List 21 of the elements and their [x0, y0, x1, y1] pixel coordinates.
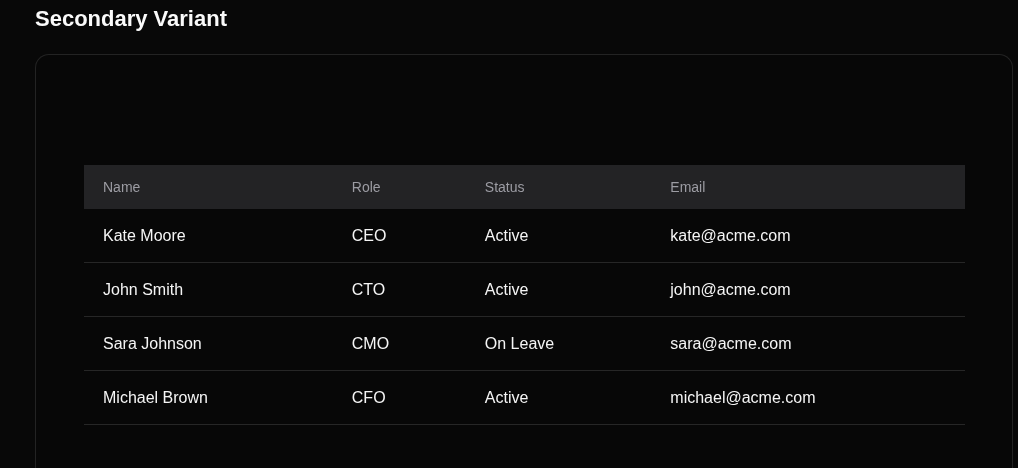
- table-cell: sara@acme.com: [670, 334, 792, 352]
- column-header: Status: [484, 179, 525, 195]
- table-cell: John Smith: [103, 280, 184, 298]
- table-cell: CTO: [351, 280, 386, 298]
- table-cell: CMO: [351, 334, 390, 352]
- table-cell: CFO: [351, 388, 386, 406]
- table-cell: Active: [484, 280, 529, 298]
- table-cell: Active: [484, 388, 529, 406]
- section-title: Secondary Variant: [35, 5, 227, 33]
- column-header: Role: [351, 179, 381, 195]
- table-cell: Active: [484, 226, 529, 244]
- table-cell: On Leave: [484, 334, 555, 352]
- column-header: Name: [103, 179, 141, 195]
- table-cell: kate@acme.com: [670, 226, 791, 244]
- table-cell: john@acme.com: [670, 280, 791, 298]
- table-cell: Kate Moore: [103, 226, 186, 244]
- column-header: Email: [670, 179, 706, 195]
- table-cell: Michael Brown: [103, 388, 208, 406]
- table-cell: CEO: [351, 226, 387, 244]
- table-cell: Sara Johnson: [103, 334, 202, 352]
- table-cell: michael@acme.com: [670, 388, 816, 406]
